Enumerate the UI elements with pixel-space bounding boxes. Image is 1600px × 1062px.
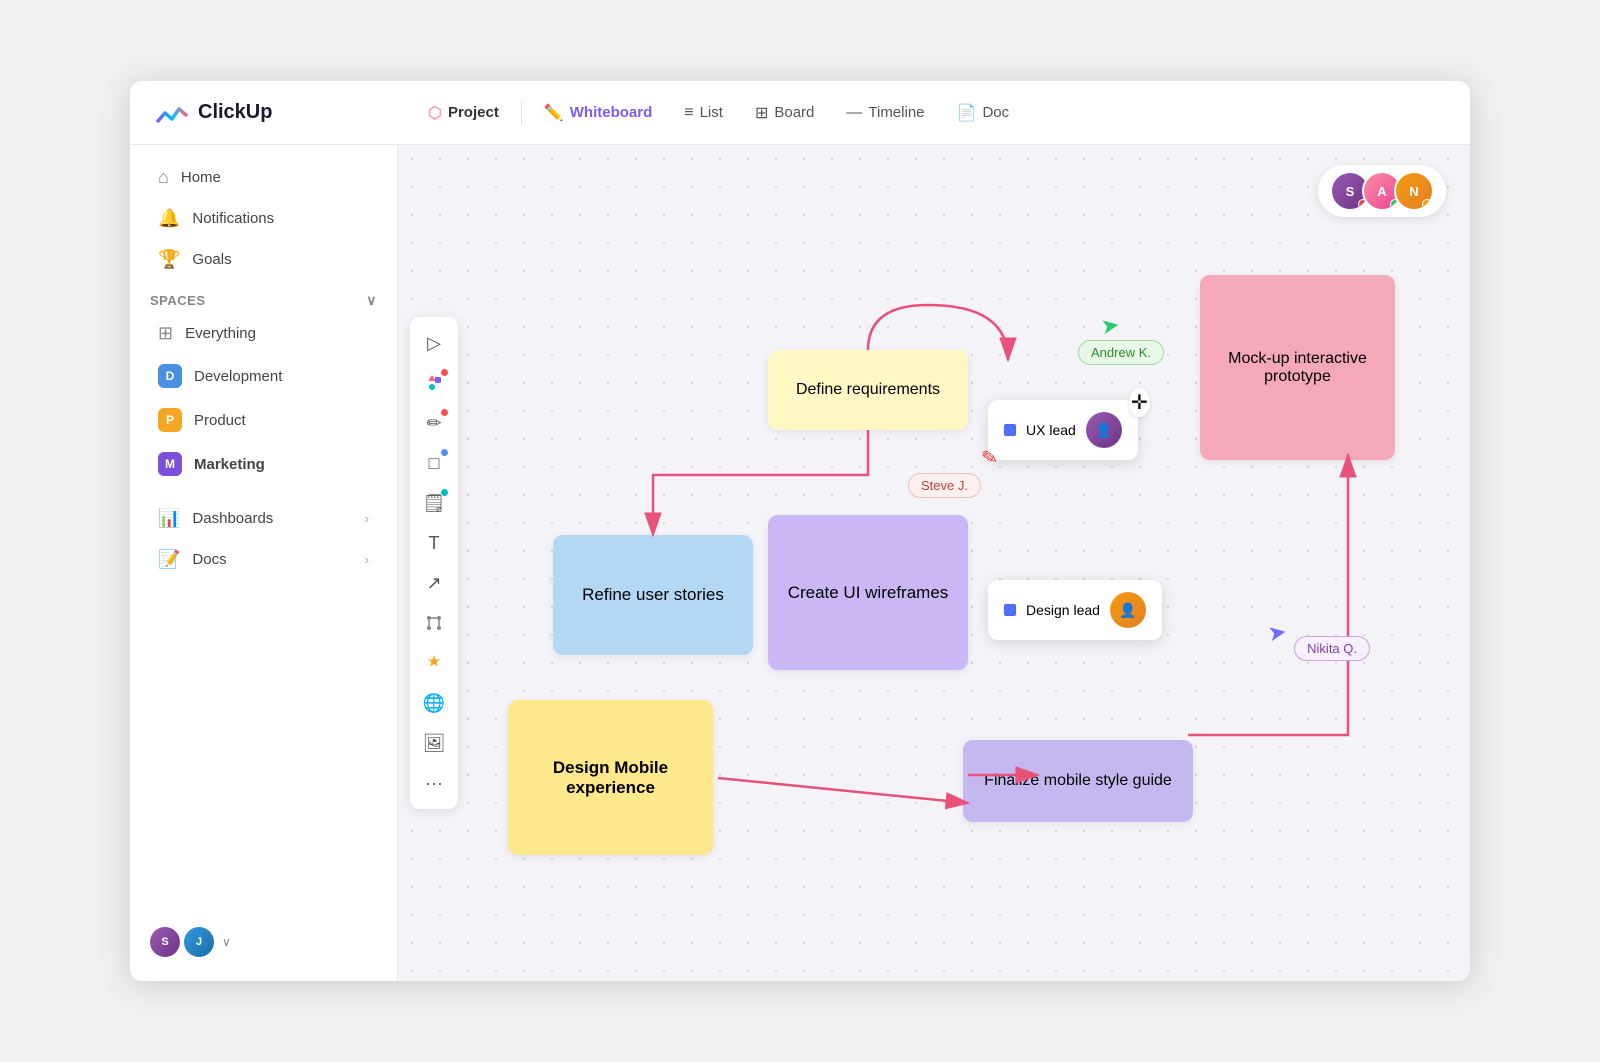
whiteboard-canvas[interactable]: ▷ ✏ □ 🗒 T ↗ [398,145,1470,981]
spaces-section-header: Spaces ∨ [130,280,397,313]
tab-doc[interactable]: 📄 Doc [943,97,1024,129]
card-finalize-mobile[interactable]: Finalize mobile style guide [963,740,1193,822]
tab-list[interactable]: ≡ List [670,98,737,128]
toolbar-pen[interactable]: ✏ [416,405,452,441]
steve-bubble: Steve J. [908,473,981,498]
ux-lead-avatar: 👤 [1086,412,1122,448]
timeline-icon: — [846,104,862,122]
footer-avatars: S J [150,927,214,957]
spaces-chevron-icon[interactable]: ∨ [366,292,377,309]
design-lead-avatar: 👤 [1110,592,1146,628]
footer-chevron-icon[interactable]: ∨ [222,935,231,949]
sidebar-item-development[interactable]: D Development [138,354,389,398]
move-icon: ✛ [1129,388,1150,417]
dashboards-icon: 📊 [158,508,180,529]
whiteboard-icon: ✏️ [544,103,564,123]
sidebar-item-dashboards[interactable]: 📊 Dashboards › [138,498,389,539]
docs-chevron-icon: › [365,552,369,567]
home-icon: ⌂ [158,167,169,188]
project-icon: ⬡ [428,103,442,123]
card-create-ui-wireframes[interactable]: Create UI wireframes [768,515,968,670]
tab-project[interactable]: ⬡ Project [414,97,513,129]
sidebar-item-docs[interactable]: 📝 Docs › [138,539,389,580]
tab-whiteboard[interactable]: ✏️ Whiteboard [530,97,666,129]
toolbar-arrow[interactable]: ↗ [416,565,452,601]
body-area: ⌂ Home 🔔 Notifications 🏆 Goals Spaces ∨ … [130,145,1470,981]
toolbar-globe[interactable]: 🌐 [416,685,452,721]
design-dot [1004,604,1016,616]
nav-tabs: ⬡ Project ✏️ Whiteboard ≡ List ⊞ Board —… [414,97,1023,129]
sidebar-item-goals[interactable]: 🏆 Goals [138,239,389,280]
tab-timeline[interactable]: — Timeline [832,98,938,128]
toolbar-ai[interactable] [416,645,452,681]
pen-dot [441,409,448,416]
product-dot: P [158,408,182,432]
logo-text: ClickUp [198,101,272,124]
sidebar-item-product[interactable]: P Product [138,398,389,442]
logo-area: ClickUp [154,95,414,131]
app-window: ClickUp ⬡ Project ✏️ Whiteboard ≡ List ⊞… [130,81,1470,981]
sidebar-item-home[interactable]: ⌂ Home [138,157,389,198]
tab-divider [521,101,522,125]
docs-icon: 📝 [158,549,180,570]
shapes-dot [441,369,448,376]
toolbar-pointer[interactable]: ▷ [416,325,452,361]
card-mockup-prototype[interactable]: Mock-up interactive prototype [1200,275,1395,460]
sidebar-footer: S J ∨ [130,915,397,969]
ux-dot [1004,424,1016,436]
header: ClickUp ⬡ Project ✏️ Whiteboard ≡ List ⊞… [130,81,1470,145]
toolbar-connect[interactable] [416,605,452,641]
card-define-requirements[interactable]: Define requirements [768,350,968,430]
canvas-toolbar: ▷ ✏ □ 🗒 T ↗ [410,317,458,809]
ux-lead-card: UX lead 👤 ✛ [988,400,1138,460]
toolbar-rect[interactable]: □ [416,445,452,481]
nikita-bubble: Nikita Q. [1294,636,1370,661]
toolbar-shapes[interactable] [416,365,452,401]
tab-board[interactable]: ⊞ Board [741,97,828,129]
toolbar-more[interactable]: ··· [416,765,452,801]
sidebar: ⌂ Home 🔔 Notifications 🏆 Goals Spaces ∨ … [130,145,398,981]
development-dot: D [158,364,182,388]
card-design-mobile[interactable]: Design Mobile experience [508,700,713,855]
rect-dot [441,449,448,456]
sidebar-item-marketing[interactable]: M Marketing [138,442,389,486]
sidebar-item-notifications[interactable]: 🔔 Notifications [138,198,389,239]
blue-arrow-cursor: ➤ [1266,619,1289,648]
everything-icon: ⊞ [158,323,173,344]
footer-avatar-2: J [184,927,214,957]
collab-avatars: S A N [1318,165,1446,217]
collab-avatar-3: N [1394,171,1434,211]
bell-icon: 🔔 [158,208,180,229]
marketing-dot: M [158,452,182,476]
list-icon: ≡ [684,104,693,122]
avatar3-status-dot [1422,199,1432,209]
toolbar-text[interactable]: T [416,525,452,561]
clickup-logo-icon [154,95,190,131]
toolbar-note[interactable]: 🗒 [416,485,452,521]
note-dot [441,489,448,496]
doc-icon: 📄 [957,103,977,123]
card-refine-user-stories[interactable]: Refine user stories [553,535,753,655]
board-icon: ⊞ [755,103,768,123]
goals-icon: 🏆 [158,249,180,270]
toolbar-image[interactable]: 🖼 [416,725,452,761]
green-arrow-cursor: ➤ [1099,312,1122,341]
sidebar-item-everything[interactable]: ⊞ Everything [138,313,389,354]
dashboards-chevron-icon: › [365,511,369,526]
design-lead-card: Design lead 👤 [988,580,1162,640]
andrew-bubble: Andrew K. [1078,340,1164,365]
footer-avatar-1: S [150,927,180,957]
